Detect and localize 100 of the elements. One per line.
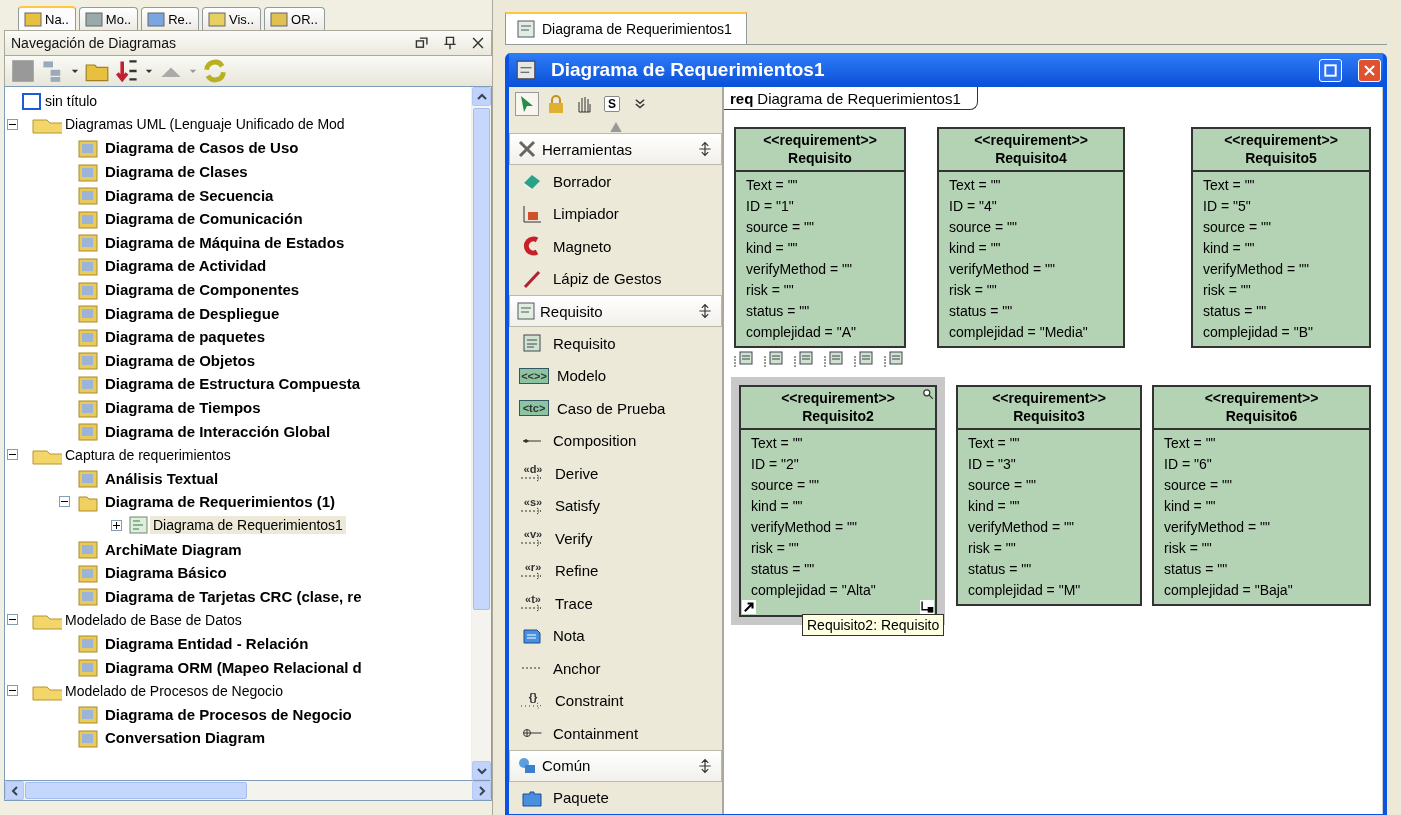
palette-item[interactable]: Requisito	[509, 327, 722, 360]
tree-item[interactable]: Modelado de Base de Datos	[62, 610, 245, 629]
tree-item[interactable]: Diagrama Entidad - Relación	[102, 633, 312, 653]
attribute-text: status = ""	[751, 560, 816, 579]
tree-item[interactable]: sin título	[42, 91, 101, 110]
relation-shortcut-icon[interactable]	[734, 350, 754, 368]
tree-item[interactable]: Diagrama de Componentes	[102, 280, 303, 300]
relation-shortcut-icon[interactable]	[824, 350, 844, 368]
diagram-icon	[515, 59, 537, 81]
tree-item[interactable]: Diagrama ORM (Mapeo Relacional d	[102, 657, 365, 677]
tree-item[interactable]: Captura de requerimientos	[62, 445, 234, 464]
panel-tab[interactable]: Re..	[141, 7, 199, 30]
relation-shortcut-icon[interactable]	[764, 350, 784, 368]
caret-icon[interactable]	[145, 67, 153, 75]
tree-item[interactable]: Diagrama de Despliegue	[102, 303, 283, 323]
palette-item[interactable]: «d» Derive	[509, 457, 722, 490]
requirement-node[interactable]: <<requirement>> Requisito4 Text = "" ID = "4" source = "" kind = "" verifyMethod = "" risk = "" status = "" complejidad = "Media"	[937, 127, 1125, 348]
requirement-name: Requisito2	[801, 407, 875, 425]
tree-item[interactable]: Diagrama de Objetos	[102, 350, 259, 370]
restore-icon[interactable]	[415, 36, 429, 50]
palette-item[interactable]: Nota	[509, 619, 722, 652]
square-icon[interactable]	[11, 59, 35, 83]
palette-group-header[interactable]: Común	[509, 749, 722, 782]
tree-item[interactable]: Diagrama de Clases	[102, 162, 251, 182]
requirement-node[interactable]: <<requirement>> Requisito6 Text = "" ID = "6" source = "" kind = "" verifyMethod = "" risk = "" status = "" complejidad = "Baja"	[1152, 385, 1371, 606]
palette-item[interactable]: Borrador	[509, 165, 722, 198]
tree-item[interactable]: Diagrama de Comunicación	[102, 209, 306, 229]
tree-item[interactable]: Modelado de Procesos de Negocio	[62, 681, 286, 700]
stereotype-button[interactable]: S	[601, 93, 623, 115]
resize-icon	[697, 303, 713, 319]
caret-icon[interactable]	[71, 67, 79, 75]
requirement-node[interactable]: <<requirement>> Requisito5 Text = "" ID = "5" source = "" kind = "" verifyMethod = "" risk = "" status = "" complejidad = "B"	[1191, 127, 1371, 348]
collapse-toggle[interactable]	[7, 118, 18, 130]
resize-icon	[697, 141, 713, 157]
palette-item[interactable]: Paquete	[509, 781, 722, 814]
tree-item[interactable]: Diagrama de Tarjetas CRC (clase, re	[102, 586, 365, 606]
document-tab[interactable]: Diagrama de Requerimientos1	[505, 12, 747, 44]
tree-item[interactable]: Diagrama de Estructura Compuesta	[102, 374, 364, 394]
requirement-node[interactable]: <<requirement>> Requisito Text = "" ID = "1" source = "" kind = "" verifyMethod = "" risk = "" status = "" complejidad = "A"	[734, 127, 906, 348]
sort-icon[interactable]	[115, 59, 139, 83]
palette-item[interactable]: Lápiz de Gestos	[509, 262, 722, 295]
palette-group-header[interactable]: Requisito	[509, 295, 722, 327]
palette-group-header[interactable]: Herramientas	[509, 133, 722, 165]
collapse-toggle[interactable]	[7, 685, 18, 697]
palette-item[interactable]: Limpiador	[509, 197, 722, 230]
attribute-text: risk = ""	[1203, 281, 1252, 300]
connector-icon[interactable]	[920, 600, 934, 614]
tree-item[interactable]: Conversation Diagram	[102, 728, 269, 748]
palette-item[interactable]: Composition	[509, 424, 722, 457]
palette-item[interactable]: <<>> Modelo	[509, 359, 722, 392]
collapse-toggle[interactable]	[59, 496, 70, 508]
palette-item[interactable]: Anchor	[509, 652, 722, 685]
tree-item[interactable]: Diagrama de Requerimientos (1)	[102, 492, 339, 512]
palette-item[interactable]: <tc> Caso de Prueba	[509, 392, 722, 425]
close-button[interactable]	[1358, 58, 1381, 82]
tree-item[interactable]: Diagrama de Secuencia	[102, 185, 277, 205]
maximize-button[interactable]	[1319, 58, 1342, 82]
tree-item[interactable]: ArchiMate Diagram	[102, 539, 245, 559]
tree-item[interactable]: Diagrama de paquetes	[102, 327, 269, 347]
requirement-node[interactable]: <<requirement>> Requisito3 Text = "" ID = "3" source = "" kind = "" verifyMethod = "" risk = "" status = "" complejidad = "M"	[956, 385, 1142, 606]
palette-item[interactable]: «t» Trace	[509, 587, 722, 620]
scrollbar-thumb[interactable]	[473, 108, 490, 610]
arrow-icon[interactable]	[742, 600, 756, 614]
tree-item[interactable]: Diagrama de Máquina de Estados	[102, 232, 348, 252]
relation-shortcut-icon[interactable]	[794, 350, 814, 368]
palette-item[interactable]: Magneto	[509, 230, 722, 263]
tree-item[interactable]: Análisis Textual	[102, 468, 222, 488]
tree-item[interactable]: Diagrama de Interacción Global	[102, 421, 334, 441]
close-icon	[1363, 63, 1376, 77]
scroll-down-button[interactable]	[472, 761, 491, 780]
collapse-toggle[interactable]	[7, 449, 18, 461]
palette-item[interactable]: Containment	[509, 717, 722, 750]
pin-icon[interactable]	[443, 36, 457, 50]
scrollbar-thumb[interactable]	[25, 782, 247, 799]
palette-item[interactable]: «s» Satisfy	[509, 489, 722, 522]
panel-tab[interactable]: Na..	[18, 6, 76, 30]
close-icon[interactable]	[471, 36, 485, 50]
search-icon[interactable]	[922, 388, 934, 400]
tree-item[interactable]: Diagrama de Casos de Uso	[102, 138, 302, 158]
expand-toggle[interactable]	[111, 520, 122, 531]
panel-tab[interactable]: Mo..	[78, 7, 139, 30]
palette-item[interactable]: «v» Verify	[509, 522, 722, 555]
tree-item[interactable]: Diagrama de Actividad	[102, 256, 270, 276]
collapse-toggle[interactable]	[7, 614, 18, 626]
scroll-right-button[interactable]	[472, 781, 491, 800]
scroll-up-button[interactable]	[472, 87, 491, 106]
tree-item[interactable]: Diagramas UML (Lenguaje Unificado de Mod	[62, 115, 348, 134]
panel-tab[interactable]: Vis..	[202, 7, 262, 30]
panel-tab[interactable]: OR..	[264, 7, 325, 30]
relation-shortcut-icon[interactable]	[884, 350, 904, 368]
tree-item[interactable]: Diagrama de Procesos de Negocio	[102, 704, 355, 724]
tree-item[interactable]: Diagrama de Requerimientos1	[150, 516, 346, 535]
tree-item[interactable]: Diagrama de Tiempos	[102, 398, 264, 417]
scroll-left-button[interactable]	[5, 781, 24, 800]
pointer-tool[interactable]	[515, 92, 539, 116]
palette-item[interactable]: «r» Refine	[509, 554, 722, 587]
palette-item[interactable]: {} Constraint	[509, 684, 722, 717]
attribute-text: risk = ""	[746, 281, 795, 300]
tree-item[interactable]: Diagrama Básico	[102, 563, 230, 583]
relation-shortcut-icon[interactable]	[854, 350, 874, 368]
